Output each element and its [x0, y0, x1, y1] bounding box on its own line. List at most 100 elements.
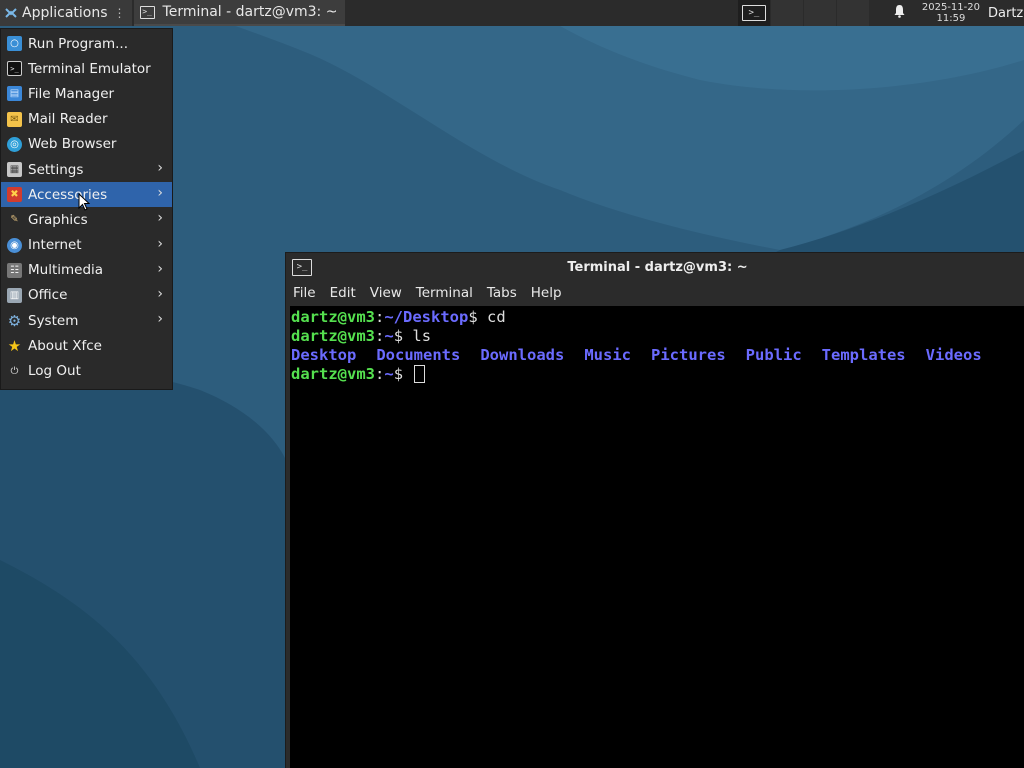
prompt-separator: : [375, 365, 385, 383]
applications-menu-button[interactable]: Applications ⋮ [0, 0, 132, 26]
menu-item-mail-reader[interactable]: ✉ Mail Reader [1, 107, 172, 132]
prompt-path: ~ [384, 365, 394, 383]
menu-item-label: Mail Reader [28, 111, 108, 128]
terminal-icon: >_ [139, 5, 155, 19]
mail-icon: ✉ [7, 111, 22, 127]
clock-date: 2025-11-20 [921, 2, 980, 13]
menu-item-settings[interactable]: ▦ Settings › [1, 157, 172, 182]
terminal-output[interactable]: dartz@vm3:~/Desktop$ cd dartz@vm3:~$ ls De… [290, 306, 1024, 768]
menu-item-label: About Xfce [28, 337, 102, 354]
prompt-symbol: $ [393, 365, 413, 383]
menu-item-system[interactable]: ⚙ System › [1, 308, 172, 333]
terminal-line: dartz@vm3:~$ [291, 365, 1024, 384]
menu-item-file-manager[interactable]: ▤ File Manager [1, 81, 172, 106]
applications-label: Applications [22, 5, 108, 21]
terminal-titlebar[interactable]: >_ Terminal - dartz@vm3: ~ [286, 253, 1024, 281]
directory-entry: Documents [376, 346, 461, 364]
user-menu[interactable]: Dartz [988, 6, 1024, 21]
chevron-right-icon: › [157, 210, 163, 227]
office-icon: ▥ [7, 287, 22, 303]
xfce-logo-icon [5, 8, 17, 18]
prompt-user: dartz@vm3 [291, 308, 375, 326]
menu-item-label: Web Browser [28, 136, 117, 153]
chevron-right-icon: › [157, 285, 163, 302]
clock-time: 11:59 [936, 13, 966, 24]
menu-item-label: Office [28, 287, 68, 304]
accessories-icon: ✖ [7, 187, 22, 203]
menu-item-label: Accessories [28, 186, 108, 203]
menu-item-label: Settings [28, 161, 84, 178]
search-icon: ○ [7, 36, 22, 52]
menu-item-multimedia[interactable]: ☷ Multimedia › [1, 258, 172, 283]
multimedia-icon: ☷ [7, 262, 22, 278]
notification-bell-icon[interactable] [890, 4, 910, 22]
command-text: ls [412, 327, 432, 345]
terminal-icon: >_ [741, 5, 766, 21]
directory-entry: Videos [925, 346, 982, 364]
menu-item-label: Terminal Emulator [28, 60, 151, 77]
terminal-window-title: Terminal - dartz@vm3: ~ [567, 259, 748, 275]
prompt-user: dartz@vm3 [291, 327, 375, 345]
workspace-1[interactable]: >_ [737, 0, 771, 26]
folder-icon: ▤ [7, 86, 22, 102]
menu-item-label: Multimedia [28, 262, 104, 279]
prompt-symbol: $ [393, 327, 413, 345]
menu-item-label: System [28, 312, 79, 329]
star-icon: ★ [7, 336, 22, 355]
terminal-line: dartz@vm3:~/Desktop$ cd [291, 308, 1024, 327]
workspace-2[interactable] [770, 0, 804, 26]
prompt-separator: : [375, 327, 385, 345]
workspace-4[interactable] [836, 0, 870, 26]
menu-item-label: Graphics [28, 211, 88, 228]
terminal-menu-file[interactable]: File [293, 285, 316, 301]
menu-item-web-browser[interactable]: ◎ Web Browser [1, 132, 172, 157]
chevron-right-icon: › [157, 260, 163, 277]
menu-item-about-xfce[interactable]: ★ About Xfce [1, 333, 172, 358]
directory-entry: Music [584, 346, 631, 364]
terminal-icon: >_ [7, 61, 22, 77]
menu-item-run-program[interactable]: ○ Run Program... [1, 31, 172, 56]
terminal-menubar: File Edit View Terminal Tabs Help [286, 281, 1024, 305]
workspace-3[interactable] [803, 0, 837, 26]
menu-item-graphics[interactable]: ✎ Graphics › [1, 207, 172, 232]
menu-item-internet[interactable]: ◉ Internet › [1, 233, 172, 258]
terminal-menu-help[interactable]: Help [531, 285, 562, 301]
prompt-user: dartz@vm3 [291, 365, 375, 383]
brush-icon: ✎ [10, 214, 19, 226]
chevron-right-icon: › [157, 159, 163, 176]
terminal-cursor [414, 365, 426, 383]
prompt-symbol: $ [468, 308, 488, 326]
menu-item-terminal-emulator[interactable]: >_ Terminal Emulator [1, 56, 172, 81]
chevron-right-icon: › [157, 311, 163, 328]
directory-entry: Public [745, 346, 802, 364]
prompt-separator: : [375, 308, 385, 326]
panel-clock[interactable]: 2025-11-20 11:59 [922, 2, 980, 24]
prompt-path: ~/Desktop [384, 308, 469, 326]
menu-item-log-out[interactable]: ⏻ Log Out [1, 358, 172, 383]
prompt-path: ~ [384, 327, 394, 345]
terminal-menu-tabs[interactable]: Tabs [487, 285, 517, 301]
directory-entry: Desktop [291, 346, 357, 364]
chevron-right-icon: › [157, 235, 163, 252]
menu-item-label: Log Out [28, 363, 81, 380]
chevron-right-icon: › [157, 185, 163, 202]
menu-item-label: Run Program... [28, 35, 129, 52]
directory-entry: Downloads [480, 346, 565, 364]
globe-icon: ◎ [7, 136, 22, 152]
ls-output: Desktop Documents Downloads Music Pictures Pu… [291, 346, 1024, 365]
terminal-menu-edit[interactable]: Edit [330, 285, 356, 301]
settings-icon: ▦ [7, 162, 22, 178]
command-text: cd [487, 308, 506, 326]
terminal-line: dartz@vm3:~$ ls [291, 327, 1024, 346]
mouse-cursor-icon [78, 193, 90, 211]
terminal-menu-view[interactable]: View [370, 285, 402, 301]
internet-icon: ◉ [7, 237, 22, 253]
menu-item-office[interactable]: ▥ Office › [1, 283, 172, 308]
terminal-window: >_ Terminal - dartz@vm3: ~ File Edit View T… [285, 252, 1024, 768]
top-panel: Applications ⋮ >_ Terminal - dartz@vm3: … [0, 0, 1024, 26]
panel-separator: ⋮ [113, 6, 126, 20]
terminal-menu-terminal[interactable]: Terminal [416, 285, 473, 301]
workspace-switcher: >_ [737, 0, 870, 26]
taskbar-terminal-button[interactable]: >_ Terminal - dartz@vm3: ~ [133, 0, 346, 26]
menu-item-label: File Manager [28, 85, 115, 102]
